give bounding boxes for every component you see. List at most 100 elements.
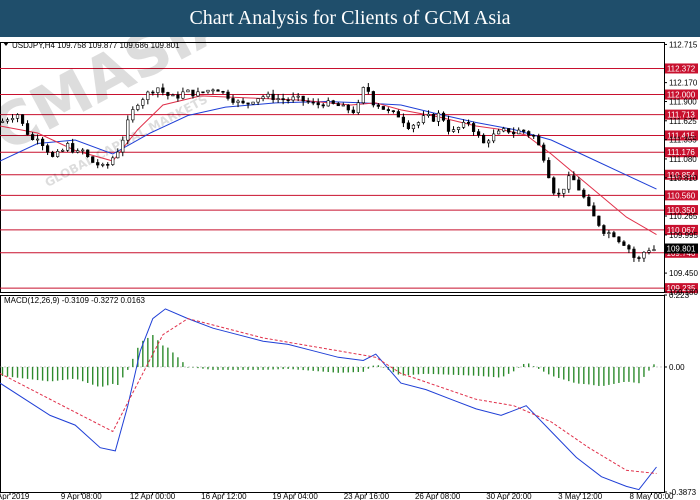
macd-histogram-bar xyxy=(653,364,655,367)
candle-body xyxy=(587,196,591,207)
candle-body xyxy=(111,157,115,165)
candle-body xyxy=(241,100,245,104)
candle-body xyxy=(411,124,416,129)
candle-body xyxy=(376,104,380,107)
macd-histogram-bar xyxy=(397,366,400,375)
candle-body xyxy=(532,134,536,137)
candle-body xyxy=(166,92,170,96)
macd-histogram-bar xyxy=(482,366,485,377)
macd-histogram-bar xyxy=(317,366,319,372)
chart-banner-title: Chart Analysis for Clients of GCM Asia xyxy=(0,0,700,37)
macd-histogram-bar xyxy=(21,366,24,379)
candle-body xyxy=(647,250,651,253)
candle-body xyxy=(261,96,265,99)
macd-plot-frame xyxy=(0,295,665,493)
macd-histogram-bar xyxy=(477,366,480,376)
candle-body xyxy=(542,144,546,161)
candle-body xyxy=(156,87,160,93)
candle-body xyxy=(326,100,330,107)
candle-body xyxy=(341,104,345,107)
macd-histogram-bar xyxy=(332,366,334,373)
candle-body xyxy=(296,95,300,98)
current-price-label: 109.801 xyxy=(667,245,696,254)
candle-body xyxy=(46,145,50,153)
macd-histogram-bar xyxy=(603,366,605,386)
macd-histogram-bar xyxy=(177,357,179,367)
candle-body xyxy=(446,119,451,132)
candle-body xyxy=(336,103,340,107)
macd-histogram-bar xyxy=(262,366,264,370)
macd-histogram-bar xyxy=(242,366,244,370)
macd-histogram-bar xyxy=(31,366,34,380)
candle-body xyxy=(301,95,305,102)
macd-histogram-bar xyxy=(533,366,535,367)
candle-body xyxy=(557,192,561,195)
macd-histogram-bar xyxy=(457,366,460,376)
macd-histogram-bar xyxy=(292,366,294,370)
macd-histogram-bar xyxy=(192,366,194,368)
macd-histogram-bar xyxy=(623,366,625,382)
macd-histogram-bar xyxy=(598,366,600,386)
macd-histogram-bar xyxy=(172,352,174,367)
candle-body xyxy=(276,98,280,100)
chart-menu-triangle-icon[interactable] xyxy=(3,42,9,46)
macd-histogram-bar xyxy=(507,366,510,374)
candle-body xyxy=(5,119,10,122)
candle-body xyxy=(497,130,501,135)
candle-body xyxy=(436,112,441,122)
candle-body xyxy=(627,245,631,250)
macd-histogram-bar xyxy=(61,366,64,381)
macd-histogram-bar xyxy=(312,366,314,371)
candle-body xyxy=(56,151,60,157)
macd-histogram-bar xyxy=(112,366,114,384)
macd-histogram-bar xyxy=(297,366,299,370)
macd-histogram-bar xyxy=(527,363,530,367)
candle-body xyxy=(316,102,320,106)
macd-histogram-bar xyxy=(588,366,590,385)
macd-histogram-bar xyxy=(563,366,565,380)
macd-histogram-bar xyxy=(26,366,29,379)
macd-histogram-bar xyxy=(81,366,84,382)
candle-body xyxy=(507,128,511,133)
macd-histogram-bar xyxy=(548,366,550,375)
candle-body xyxy=(517,129,521,135)
macd-histogram-bar xyxy=(517,366,520,368)
candle-body xyxy=(416,122,421,126)
candle-body xyxy=(622,241,626,246)
macd-histogram-bar xyxy=(502,366,505,377)
macd-histogram-bar xyxy=(568,366,570,382)
candle-body xyxy=(637,257,641,259)
macd-histogram-bar xyxy=(36,366,39,381)
price-chart-title: USDJPY,H4 109.758 109.877 109.686 109.80… xyxy=(12,41,180,50)
candle-body xyxy=(86,149,90,157)
candle-body xyxy=(401,116,406,124)
candle-body xyxy=(512,131,516,135)
candle-body xyxy=(231,98,235,103)
x-tick-label: 26 Apr 08:00 xyxy=(415,492,461,500)
watermark: GCMASIA GLOBAL CAPITAL MARKETS xyxy=(0,37,245,190)
candle-body xyxy=(151,91,155,94)
macd-histogram-bar xyxy=(367,366,370,369)
candle-body xyxy=(481,134,486,144)
candle-body xyxy=(126,119,130,141)
candle-body xyxy=(76,150,80,153)
candle-body xyxy=(40,138,45,146)
candle-body xyxy=(321,104,325,107)
y-tick-label: 111.900 xyxy=(669,98,697,107)
candle-body xyxy=(331,100,335,104)
macd-histogram-bar xyxy=(66,366,69,380)
candle-body xyxy=(346,104,350,111)
candle-body xyxy=(642,251,646,259)
macd-histogram-bar xyxy=(512,366,515,372)
candle-body xyxy=(492,133,496,142)
watermark-brand: GCMASIA xyxy=(0,37,245,189)
candle-body xyxy=(131,109,135,121)
macd-histogram-bar xyxy=(357,366,360,373)
candle-body xyxy=(426,113,431,116)
candle-body xyxy=(66,143,70,151)
macd-histogram-bar xyxy=(202,366,204,369)
macd-histogram-bar xyxy=(462,366,465,376)
macd-histogram-bar xyxy=(327,366,329,373)
candle-body xyxy=(216,89,220,92)
macd-histogram-bar xyxy=(583,366,585,385)
